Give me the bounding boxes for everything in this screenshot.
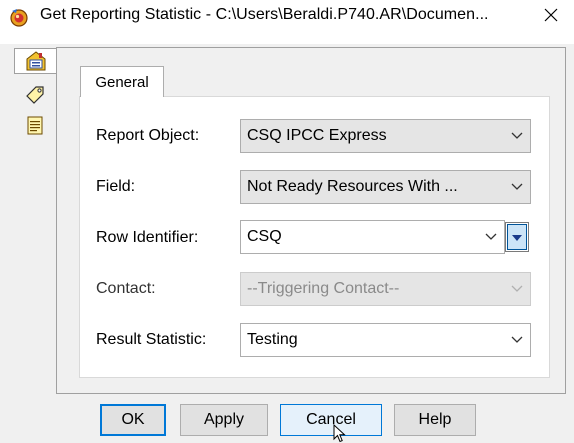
window-title: Get Reporting Statistic - C:\Users\Beral…: [40, 6, 489, 23]
notepad-icon: [25, 115, 45, 135]
close-icon: [544, 8, 558, 27]
row-identifier-value: CSQ: [247, 228, 282, 245]
side-tab-notes[interactable]: [14, 112, 56, 138]
triangle-down-icon: [512, 228, 522, 246]
chevron-down-icon: [504, 324, 530, 356]
ok-button-label: OK: [121, 411, 145, 428]
help-button[interactable]: Help: [394, 404, 476, 436]
report-object-select[interactable]: CSQ IPCC Express: [240, 119, 531, 153]
contact-select: --Triggering Contact--: [240, 272, 531, 306]
result-statistic-value: Testing: [247, 331, 298, 348]
tab-general-label: General: [95, 73, 149, 91]
contact-label: Contact:: [96, 280, 156, 297]
field-value: Not Ready Resources With ...: [247, 178, 458, 195]
chevron-down-icon: [504, 273, 530, 305]
help-button-label: Help: [418, 411, 452, 428]
contact-value: --Triggering Contact--: [247, 280, 400, 297]
cancel-button-label: Cancel: [306, 411, 356, 428]
tag-icon: [24, 84, 46, 106]
ok-button[interactable]: OK: [100, 404, 166, 436]
cancel-button[interactable]: Cancel: [280, 404, 382, 436]
field-select[interactable]: Not Ready Resources With ...: [240, 170, 531, 204]
apply-button-label: Apply: [203, 411, 245, 428]
side-tab-properties[interactable]: [14, 82, 56, 108]
title-bar: Get Reporting Statistic - C:\Users\Beral…: [0, 0, 574, 34]
row-identifier-input[interactable]: CSQ: [240, 220, 505, 254]
mouse-pointer-icon: [333, 423, 347, 443]
result-statistic-select[interactable]: Testing: [240, 323, 531, 357]
row-identifier-label: Row Identifier:: [96, 229, 199, 246]
chevron-down-icon: [504, 120, 530, 152]
house-list-icon: [25, 50, 47, 72]
side-tab-general[interactable]: [14, 48, 56, 74]
chevron-down-icon: [504, 171, 530, 203]
expression-dropdown-button[interactable]: [507, 224, 527, 250]
close-button[interactable]: [528, 0, 574, 34]
field-label: Field:: [96, 178, 136, 195]
result-statistic-label: Result Statistic:: [96, 331, 207, 348]
script-editor-icon: [9, 7, 29, 27]
report-object-value: CSQ IPCC Express: [247, 127, 387, 144]
apply-button[interactable]: Apply: [180, 404, 268, 436]
chevron-down-icon[interactable]: [478, 221, 504, 253]
report-object-label: Report Object:: [96, 127, 200, 144]
tab-general[interactable]: General: [80, 66, 164, 97]
